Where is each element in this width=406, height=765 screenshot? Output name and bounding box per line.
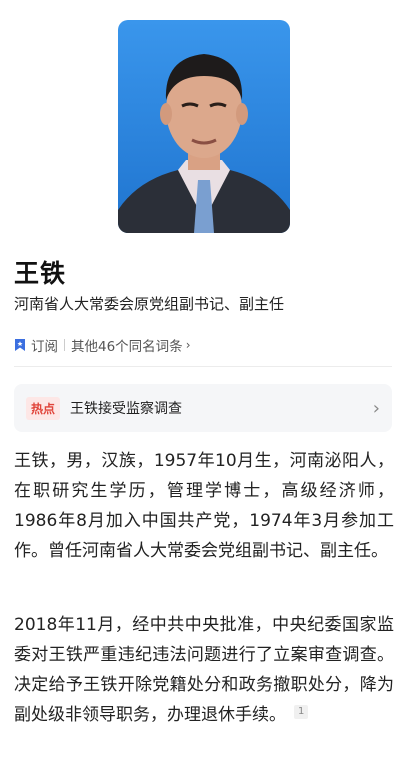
homonyms-link[interactable]: 其他46个同名词条 [71,335,183,355]
chevron-right-icon[interactable]: › [373,398,380,419]
hot-badge: 热点 [26,396,61,420]
person-subtitle: 河南省人大常委会原党组副书记、副主任 [14,295,285,313]
meta-row: 订阅 其他46个同名词条 › [14,335,191,355]
investigation-paragraph: 2018年11月，经中共中央批准，中央纪委国家监委对王铁严重违纪违法问题进行了立… [14,610,394,730]
divider [14,366,392,367]
subscribe-link[interactable]: 订阅 [31,335,58,355]
hot-news-card[interactable]: 热点 王铁接受监察调查 › [14,384,392,432]
bookmark-icon[interactable] [14,338,26,352]
footnote-marker[interactable]: 1 [294,705,309,719]
hot-news-text[interactable]: 王铁接受监察调查 [70,398,373,418]
summary-paragraph: 王铁，男，汉族，1957年10月生，河南泌阳人，在职研究生学历，管理学博士，高级… [14,451,394,561]
investigation-text: 2018年11月，经中共中央批准，中央纪委国家监委对王铁严重违纪违法问题进行了立… [14,615,394,725]
portrait-illustration [118,20,290,233]
meta-divider [64,339,65,351]
portrait-image[interactable] [118,20,290,233]
page-title: 王铁 [14,259,67,288]
chevron-right-icon[interactable]: › [186,338,191,352]
